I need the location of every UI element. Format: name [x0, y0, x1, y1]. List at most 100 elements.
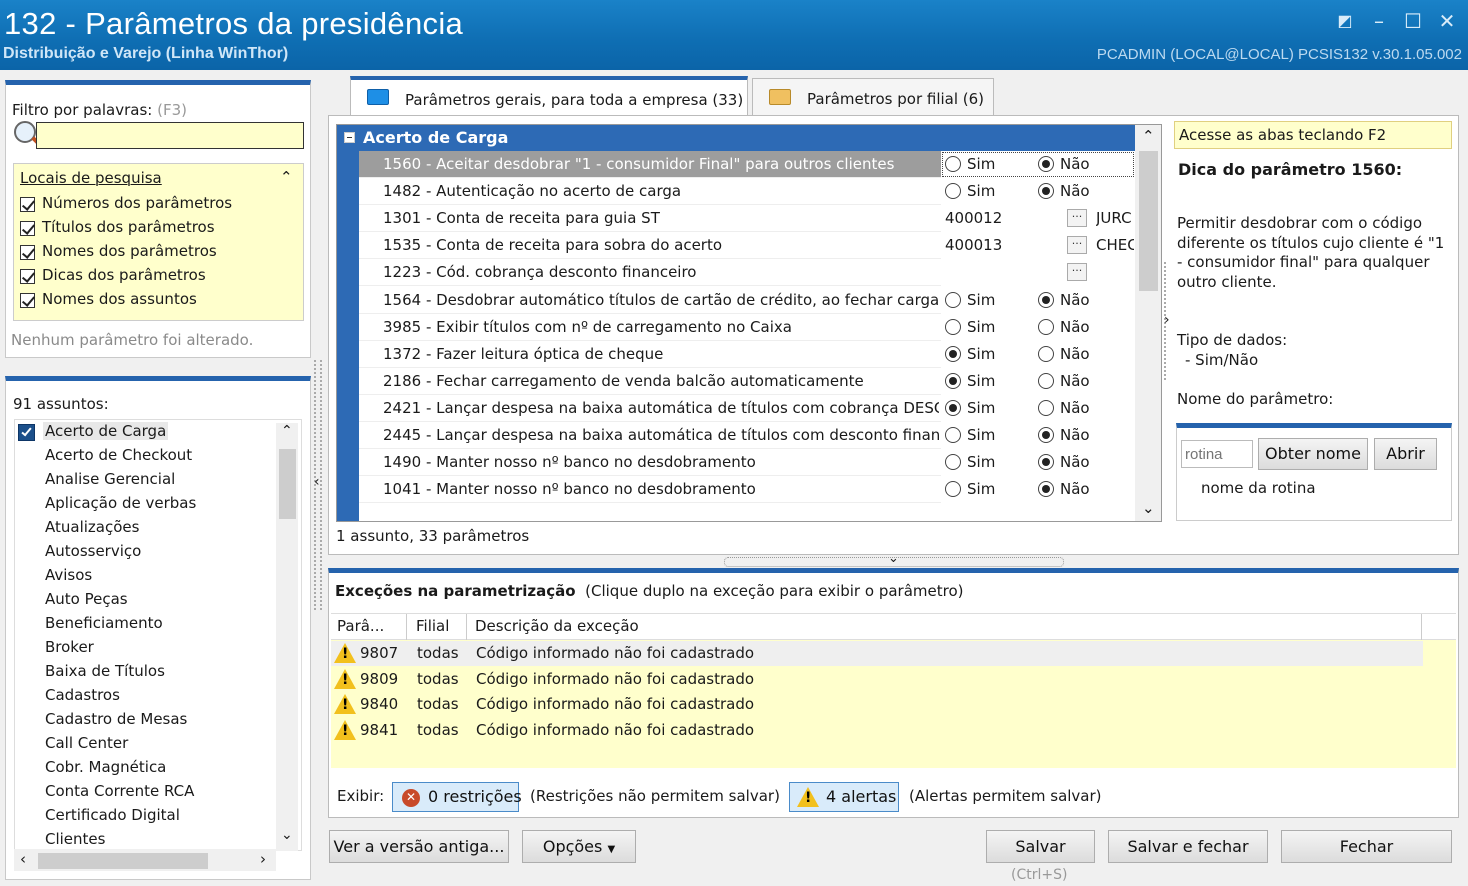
parameter-value[interactable]: Sim Não [941, 394, 1135, 422]
exception-row[interactable]: 9841 todas Código informado não foi cadast… [331, 718, 1423, 743]
subject-item[interactable]: Cadastros [45, 686, 120, 704]
tab-branch[interactable]: Parâmetros por filial (6) [752, 78, 994, 116]
collapse-group-icon[interactable] [344, 132, 355, 143]
search-input[interactable] [36, 122, 304, 149]
subject-item[interactable]: Baixa de Títulos [45, 662, 165, 680]
grid-scroll-down-icon[interactable]: ⌄ [1142, 499, 1155, 517]
maximize-icon[interactable]: ☐ [1402, 10, 1424, 32]
radio-sim[interactable] [945, 156, 961, 172]
radio-nao[interactable] [1038, 481, 1054, 498]
subject-item[interactable]: Beneficiamento [45, 614, 163, 632]
subject-item[interactable]: Auto Peças [45, 590, 128, 608]
parameter-value[interactable]: Sim Não [941, 313, 1135, 341]
parameter-value[interactable]: ··· [941, 259, 1135, 287]
grid-scrollbar[interactable]: ⌃ ⌄ [1135, 125, 1161, 521]
parameter-value[interactable]: 400012 ··· JURC [941, 205, 1135, 233]
scroll-down-icon[interactable]: ⌄ [281, 827, 293, 843]
option-checkbox[interactable] [20, 245, 35, 260]
parameter-row[interactable]: 1564 - Desdobrar automático títulos de c… [359, 286, 1137, 314]
subject-item[interactable]: Autosserviço [45, 542, 141, 560]
grid-scroll-up-icon[interactable]: ⌃ [1142, 127, 1155, 145]
subject-item[interactable]: Cadastro de Mesas [45, 710, 187, 728]
radio-nao[interactable] [1038, 318, 1054, 335]
tip-arrow-icon[interactable]: › [1164, 312, 1170, 328]
scroll-up-icon[interactable]: ⌃ [281, 423, 293, 439]
radio-nao[interactable] [1038, 156, 1054, 172]
subject-item[interactable]: Certificado Digital [45, 806, 180, 824]
col-description[interactable]: Descrição da exceção [475, 617, 639, 635]
minimize-icon[interactable]: – [1368, 10, 1390, 32]
parameter-value[interactable]: Sim Não [941, 422, 1135, 449]
radio-nao[interactable] [1038, 427, 1054, 443]
subjects-list[interactable]: Acerto de Carga Acerto de Checkout Analise… [14, 419, 302, 851]
parameter-row[interactable]: 1223 - Cód. cobrança desconto financeiro… [359, 259, 1137, 287]
radio-sim[interactable] [945, 372, 961, 389]
parameter-row[interactable]: 2421 - Lançar despesa na baixa automátic… [359, 394, 1137, 422]
parameter-row[interactable]: 1482 - Autenticação no acerto de carga Si… [359, 178, 1137, 206]
code-value[interactable]: 400013 [945, 236, 1002, 254]
ellipsis-button[interactable]: ··· [1067, 263, 1087, 282]
scroll-right-icon[interactable]: › [260, 850, 266, 868]
parameter-row[interactable]: 1372 - Fazer leitura óptica de cheque Sim… [359, 340, 1137, 368]
subject-item[interactable]: Aplicação de verbas [45, 494, 196, 512]
option-checkbox[interactable] [20, 293, 35, 308]
parameter-value[interactable]: Sim Não [941, 340, 1135, 368]
radio-sim[interactable] [945, 454, 961, 471]
splitter-down-icon[interactable]: ⌄ [888, 551, 899, 566]
parameter-value[interactable]: Sim Não [941, 367, 1135, 395]
restore-icon[interactable]: ◩ [1334, 10, 1356, 32]
parameter-value[interactable]: Sim Não [941, 286, 1135, 314]
parameter-value[interactable]: Sim Não [941, 449, 1135, 477]
restrictions-button[interactable]: ✕ 0 restrições [392, 782, 522, 812]
option-checkbox[interactable] [20, 221, 35, 236]
radio-nao[interactable] [1038, 345, 1054, 362]
radio-sim[interactable] [945, 427, 961, 443]
subject-checkbox-checked[interactable] [18, 424, 35, 441]
radio-sim[interactable] [945, 481, 961, 498]
col-param[interactable]: Parâ... [337, 617, 384, 635]
parameter-row[interactable]: 1041 - Manter nosso nº banco no desdobra… [359, 476, 1137, 504]
subject-item[interactable]: Cobr. Magnética [45, 758, 166, 776]
subjects-scrollbar[interactable]: ⌃ ⌄ [276, 423, 298, 851]
option-checkbox[interactable] [20, 197, 35, 212]
tab-general[interactable]: Parâmetros gerais, para toda a empresa (… [350, 76, 748, 116]
exception-row[interactable]: 9807 todas Código informado não foi cadast… [331, 641, 1423, 666]
parameter-row[interactable]: 1301 - Conta de receita para guia ST 4000… [359, 205, 1137, 233]
radio-nao[interactable] [1038, 183, 1054, 200]
scroll-thumb[interactable] [279, 449, 296, 519]
grid-scroll-thumb[interactable] [1139, 151, 1158, 291]
scroll-left-icon[interactable]: ‹ [20, 850, 26, 868]
parameter-value[interactable]: Sim Não [941, 151, 1135, 178]
open-button[interactable]: Abrir [1374, 438, 1437, 470]
subject-item[interactable]: Atualizações [45, 518, 139, 536]
subject-item[interactable]: Acerto de Carga [43, 422, 169, 440]
radio-sim[interactable] [945, 183, 961, 200]
radio-nao[interactable] [1038, 454, 1054, 471]
code-value[interactable]: 400012 [945, 209, 1002, 227]
parameter-row[interactable]: 1560 - Aceitar desdobrar "1 - consumidor… [359, 151, 1137, 178]
parameter-row[interactable]: 1535 - Conta de receita para sobra do ac… [359, 232, 1137, 260]
subjects-hscrollbar[interactable]: ‹ › [14, 849, 276, 871]
subject-item[interactable]: Conta Corrente RCA [45, 782, 194, 800]
col-branch[interactable]: Filial [416, 617, 449, 635]
parameter-row[interactable]: 3985 - Exibir títulos com nº de carregam… [359, 313, 1137, 341]
parameter-value[interactable]: Sim Não [941, 476, 1135, 504]
routine-input[interactable] [1181, 440, 1253, 468]
radio-nao[interactable] [1038, 291, 1054, 308]
radio-nao[interactable] [1038, 399, 1054, 416]
options-button[interactable]: Opções ▼ [522, 830, 636, 863]
subject-item[interactable]: Analise Gerencial [45, 470, 175, 488]
get-name-button[interactable]: Obter nome [1258, 438, 1368, 470]
subject-item[interactable]: Avisos [45, 566, 92, 584]
ellipsis-button[interactable]: ··· [1067, 209, 1087, 228]
radio-sim[interactable] [945, 345, 961, 362]
close-button[interactable]: Fechar [1281, 830, 1452, 863]
subject-item[interactable]: Clientes [45, 830, 105, 848]
close-icon[interactable]: ✕ [1436, 10, 1458, 32]
save-button[interactable]: Salvar [986, 830, 1095, 863]
radio-nao[interactable] [1038, 372, 1054, 389]
parameter-value[interactable]: Sim Não [941, 178, 1135, 206]
collapse-icon[interactable]: ⌃ [280, 168, 293, 186]
splitter-arrow-icon[interactable]: ‹ [314, 474, 320, 490]
save-close-button[interactable]: Salvar e fechar [1108, 830, 1268, 863]
